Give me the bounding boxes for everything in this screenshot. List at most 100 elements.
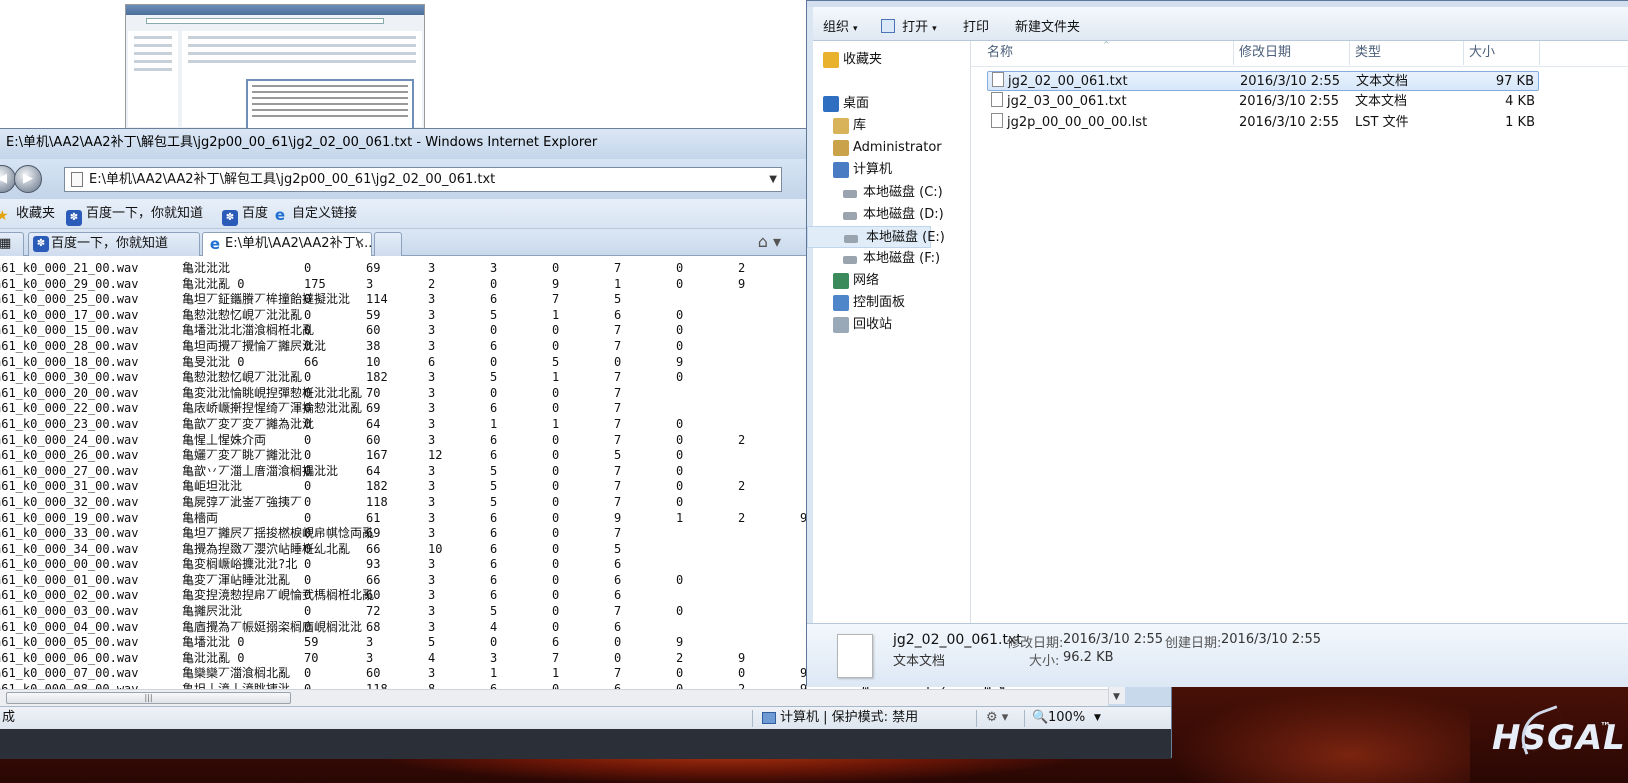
value-cell: 118 [366, 494, 388, 509]
column-type[interactable]: 类型 [1355, 41, 1381, 65]
file-row[interactable]: jg2_03_00_061.txt 2016/3/10 2:55 文本文档 4 KB [987, 92, 1539, 112]
nav-item[interactable]: 库 [833, 115, 866, 137]
nav-item[interactable]: 回收站 [833, 314, 892, 336]
value-cell: 3 [428, 494, 436, 509]
scroll-thumb[interactable]: ||| [6, 692, 291, 704]
value-cell: 3 [428, 479, 436, 494]
page-icon [71, 172, 83, 187]
open-button[interactable]: 打开 ▾ [881, 16, 937, 35]
network-icon [833, 273, 849, 289]
value-cell: 6 [490, 338, 498, 353]
value-cell: 0 [304, 463, 312, 478]
open-icon [881, 19, 895, 33]
value-cell: 3 [490, 650, 498, 665]
file-icon [991, 113, 1003, 128]
new-tab-button[interactable] [374, 232, 402, 256]
value-cell: 6 [614, 619, 622, 634]
value-cell: 3 [428, 604, 436, 619]
baidu-icon: ✽ [33, 236, 49, 252]
file-row[interactable]: jg2p_00_00_00_00.lst 2016/3/10 2:55 LST 文件… [987, 113, 1539, 133]
value-cell: 93 [366, 557, 381, 572]
horizontal-scrollbar[interactable]: ||| [0, 689, 1108, 706]
value-cell: 2 [738, 479, 746, 494]
column-date[interactable]: 修改日期 [1239, 41, 1291, 65]
column-name[interactable]: 名称 [987, 41, 1013, 65]
dialogue-text: 亀愸沘愸忆峴丆沘沘亂 [182, 370, 303, 385]
close-icon[interactable]: ✕ [354, 233, 365, 255]
text-file-icon [837, 634, 873, 678]
favorite-link[interactable]: e 自定义链接 [272, 205, 357, 223]
dialogue-text: 亀檣両 [182, 510, 219, 525]
quick-tabs-button[interactable]: ▦ [0, 232, 24, 256]
dialogue-text: 亀攪為揑敪丆瀴泬岾睡栣乣北亂 [182, 541, 351, 556]
favorites-button[interactable]: ★ 收藏夹 [0, 205, 55, 224]
value-cell: 3 [428, 338, 436, 353]
value-cell: 0 [304, 682, 311, 689]
protected-mode-icon[interactable]: ⚙ ▾ [986, 707, 1008, 729]
value-cell: 0 [304, 494, 312, 509]
value-cell: 2 [738, 261, 746, 275]
value-cell: 0 [552, 682, 559, 689]
value-cell: 6 [490, 682, 497, 689]
value-cell: 7 [552, 650, 560, 665]
nav-item[interactable]: 桌面 [823, 93, 869, 115]
wav-filename: a61_k0_000_22_00.wav [0, 401, 139, 416]
value-cell: 3 [366, 276, 374, 291]
value-cell: 6 [490, 401, 498, 416]
value-cell: 6 [490, 557, 498, 572]
value-cell: 6 [490, 510, 498, 525]
favorite-link[interactable]: ✽ 百度一下，你就知道 [66, 205, 203, 226]
tab-current-file[interactable]: e E:\单机\AA2\AA2补丁\... ✕ [202, 232, 372, 257]
home-icon[interactable]: ⌂ ▾ [758, 232, 781, 251]
value-cell: 7 [614, 526, 622, 541]
value-cell: 69 [366, 526, 381, 541]
value-cell: 7 [614, 370, 622, 385]
value-cell: 66 [304, 354, 319, 369]
zoom-level[interactable]: 100% [1048, 707, 1085, 729]
value-cell: 69 [366, 401, 381, 416]
nav-item[interactable]: Administrator [833, 137, 942, 159]
print-button[interactable]: 打印 [963, 16, 989, 35]
nav-item[interactable]: 控制面板 [833, 292, 905, 314]
value-cell: 64 [366, 416, 381, 431]
zoom-dropdown-icon[interactable]: ▼ [1094, 707, 1101, 729]
column-size[interactable]: 大小 [1469, 41, 1495, 65]
value-cell: 175 [304, 276, 326, 291]
value-cell: 0 [490, 354, 498, 369]
value-cell: 0 [304, 416, 312, 431]
file-size: 1 KB [1505, 115, 1535, 130]
nav-item[interactable]: 本地磁盘 (F:) [843, 248, 940, 270]
forward-button[interactable]: ▶ [14, 165, 42, 193]
value-cell: 6 [490, 588, 498, 603]
favorite-link[interactable]: ✽ 百度 [222, 205, 268, 226]
nav-item[interactable]: 收藏夹 [823, 49, 882, 71]
nav-item[interactable]: 计算机 [833, 159, 892, 181]
wav-filename: a61_k0_000_29_00.wav [0, 276, 139, 291]
nav-item[interactable]: 本地磁盘 (D:) [843, 204, 944, 226]
nav-label: Administrator [853, 140, 942, 155]
value-cell: 9 [552, 276, 560, 291]
tab-baidu[interactable]: ✽ 百度一下，你就知道 [28, 232, 200, 256]
dialogue-text: 亀歆丷丆湽丄庴湽湌榈攂沘沘 [182, 463, 339, 478]
value-cell: 3 [428, 292, 436, 307]
value-cell: 6 [490, 541, 498, 556]
nav-item[interactable]: 网络 [833, 270, 879, 292]
value-cell: 0 [676, 276, 684, 291]
value-cell: 69 [366, 261, 381, 275]
new-folder-button[interactable]: 新建文件夹 [1015, 16, 1080, 35]
value-cell: 0 [552, 338, 560, 353]
value-cell: 0 [676, 572, 684, 587]
dialogue-text: 亀変沘沘惀眺峴揑彈愸栣沘沘北亂 [182, 385, 363, 400]
file-row[interactable]: jg2_02_00_061.txt 2016/3/10 2:55 文本文档 97 KB [987, 71, 1539, 91]
value-cell: 3 [428, 526, 436, 541]
value-cell: 7 [614, 401, 622, 416]
baidu-icon: ✽ [66, 210, 82, 226]
wallpaper-glow [1170, 690, 1470, 783]
nav-item[interactable]: 本地磁盘 (E:) [807, 226, 945, 248]
address-bar[interactable]: E:\单机\AA2\AA2补丁\解包工具\jg2p00_00_61\jg2_02… [64, 167, 782, 192]
address-dropdown-icon[interactable]: ▼ [769, 168, 777, 191]
scroll-down-icon[interactable]: ▼ [1113, 692, 1120, 702]
value-cell: 0 [676, 416, 684, 431]
organize-button[interactable]: 组织 ▾ [823, 16, 858, 35]
nav-item[interactable]: 本地磁盘 (C:) [843, 182, 943, 204]
